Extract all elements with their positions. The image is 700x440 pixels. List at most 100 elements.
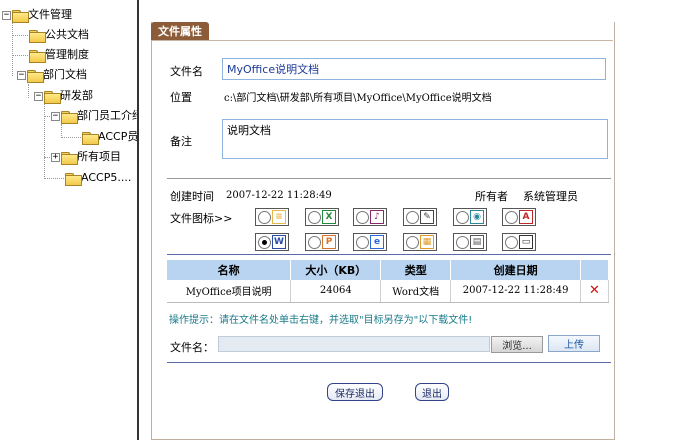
cell-name[interactable]: MyOffice项目说明 [167,280,292,303]
icon-radio[interactable] [356,210,369,224]
folder-icon [82,131,99,145]
icon-radio[interactable] [258,235,271,249]
ie-icon: e [370,235,384,249]
tab-underline [151,40,613,41]
folder-icon [61,151,78,165]
folder-open-icon [44,90,61,104]
icon-radio[interactable] [356,235,369,249]
col-header-action [580,260,609,280]
tree-item-management-rules[interactable]: 管理制度 [29,47,89,63]
operation-tip: 操作提示：请在文件名处单击右键，并选取"目标另存为"以下载文件! [169,315,473,326]
icon-option-box[interactable]: ▤ [453,233,487,251]
outlook-icon: ◉ [470,210,484,224]
acrobat-icon: A [519,210,533,224]
icon-option-box[interactable]: ◉ [453,208,487,226]
folder-tree: − 文件管理 公共文档 管理制度 − 部门文档 − 研发部 − 部门员工介绍 A… [0,0,138,440]
upload-file-field[interactable] [218,336,490,352]
file-icon-option[interactable]: ▭ [502,233,536,251]
file-icon-option[interactable]: A [502,208,536,226]
icon-option-box[interactable]: A [502,208,536,226]
file-icon-label: 文件图标>> [170,212,233,225]
col-header-name[interactable]: 名称 [167,260,292,280]
folder-open-icon [27,69,44,83]
file-table: 名称 大小（KB） 类型 创建日期 MyOffice项目说明 24064 Wor… [167,260,609,303]
icon-option-box[interactable]: ▭ [502,233,536,251]
tree-item-rnd[interactable]: − 研发部 [34,88,93,104]
tree-item-public-docs[interactable]: 公共文档 [29,27,89,43]
image-icon: ▦ [420,235,434,249]
file-properties-panel: 文件属性 文件名 MyOffice说明文档 位置 c:\部门文档\研发部\所有项… [139,0,700,440]
file-icon-option[interactable]: ♪ [353,208,387,226]
file-icon-option[interactable]: ✎ [403,208,437,226]
col-header-date[interactable]: 创建日期 [450,260,582,280]
folder-icon [65,172,82,186]
upload-filename-label: 文件名： [170,341,214,354]
expand-toggle[interactable]: + [51,152,60,162]
icon-option-box[interactable]: ▦ [403,233,437,251]
cell-size: 24064 [290,280,382,303]
tab-file-properties[interactable]: 文件属性 [151,22,209,40]
folder-icon [29,29,46,43]
file-icon-option[interactable]: ▦ [403,233,437,251]
cell-type: Word文档 [380,280,452,303]
owner-label: 所有者 [475,190,508,203]
icon-option-box[interactable]: e [353,233,387,251]
tree-item-all-projects[interactable]: + 所有项目 [51,149,121,165]
icon-option-box[interactable]: ≡ [255,208,289,226]
icon-radio[interactable] [456,210,469,224]
tree-item-accp5[interactable]: ACCP5.... [65,170,131,186]
tree-root-label: 文件管理 [28,8,72,21]
icon-radio[interactable] [308,210,321,224]
created-time-value: 2007-12-22 11:28:49 [226,190,332,201]
onenote-icon: ♪ [370,210,384,224]
remark-label: 备注 [170,135,192,148]
table-row[interactable]: MyOffice项目说明 24064 Word文档 2007-12-22 11:… [167,280,609,303]
file-icon-option[interactable]: ▤ [453,233,487,251]
icon-radio[interactable] [456,235,469,249]
filename-input[interactable]: MyOffice说明文档 [222,58,606,80]
exit-button[interactable]: 退出 [415,383,449,401]
icon-radio[interactable] [505,210,518,224]
icon-option-box[interactable]: W [255,233,289,251]
file-icon-option[interactable]: P [305,233,339,251]
col-header-type[interactable]: 类型 [380,260,452,280]
word-icon: W [272,235,286,249]
text-doc-icon: ≡ [272,210,286,224]
delete-icon[interactable]: ✕ [589,283,600,298]
col-header-size[interactable]: 大小（KB） [290,260,382,280]
calc-icon: ▤ [470,235,484,249]
collapse-toggle[interactable]: − [51,111,60,121]
collapse-toggle[interactable]: − [17,70,26,80]
upload-button[interactable]: 上传 [548,335,600,352]
icon-radio[interactable] [258,210,271,224]
location-label: 位置 [170,91,192,104]
folder-open-icon [12,9,29,23]
tree-item-department-docs[interactable]: − 部门文档 [17,67,87,83]
collapse-toggle[interactable]: − [2,10,11,20]
icon-option-box[interactable]: ♪ [353,208,387,226]
save-exit-button[interactable]: 保存退出 [327,383,383,401]
tree-item-accp-staff[interactable]: ACCP员 [82,129,138,145]
icon-radio[interactable] [406,235,419,249]
section-divider-blue [167,254,611,255]
tree-root[interactable]: − 文件管理 [2,7,72,23]
powerpoint-icon: P [322,235,336,249]
browse-button[interactable]: 浏览... [491,336,543,353]
file-icon-option[interactable]: ≡ [255,208,289,226]
icon-radio[interactable] [505,235,518,249]
file-icon-option[interactable]: ◉ [453,208,487,226]
icon-radio[interactable] [308,235,321,249]
tree-item-staff-intro[interactable]: − 部门员工介绍 [51,108,138,124]
icon-option-box[interactable]: X [305,208,339,226]
icon-radio[interactable] [406,210,419,224]
icon-option-box[interactable]: ✎ [403,208,437,226]
remark-textarea[interactable]: 说明文档 [222,119,608,159]
panel-frame [151,22,615,440]
created-time-label: 创建时间 [170,190,214,203]
file-icon-option[interactable]: e [353,233,387,251]
file-icon-option[interactable]: X [305,208,339,226]
icon-option-box[interactable]: P [305,233,339,251]
collapse-toggle[interactable]: − [34,91,43,101]
filename-label: 文件名 [170,65,203,78]
file-icon-option[interactable]: W [255,233,289,251]
